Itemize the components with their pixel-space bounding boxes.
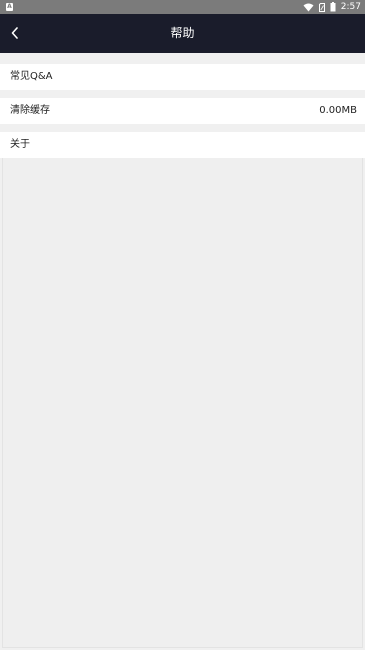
- sim-card-icon: [318, 2, 325, 12]
- battery-icon: [330, 2, 336, 12]
- menu-item-label: 常见Q&A: [10, 71, 53, 82]
- menu-item-label: 关于: [10, 139, 30, 150]
- notification-a-icon: A: [6, 3, 13, 11]
- menu-item-about[interactable]: 关于: [0, 132, 365, 158]
- status-time: 2:57: [340, 2, 361, 12]
- status-bar-right: 2:57: [303, 1, 361, 13]
- menu-item-faq[interactable]: 常见Q&A: [0, 64, 365, 90]
- status-bar: A 2:57: [0, 0, 365, 14]
- menu-item-label: 清除缓存: [10, 105, 50, 116]
- header-bar: 帮助: [0, 14, 365, 53]
- wifi-icon: [303, 3, 314, 12]
- cache-size-value: 0.00MB: [319, 105, 357, 116]
- page-title: 帮助: [170, 26, 195, 40]
- menu-item-clear-cache[interactable]: 清除缓存 0.00MB: [0, 98, 365, 124]
- empty-content-area: [2, 158, 363, 648]
